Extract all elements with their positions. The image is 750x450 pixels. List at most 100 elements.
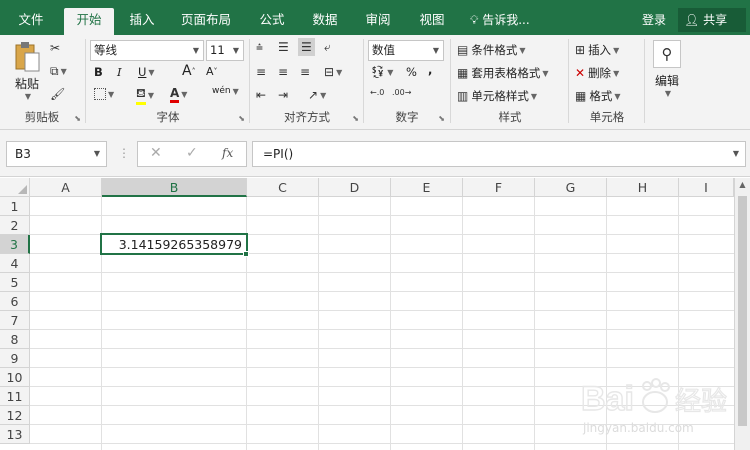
- row-header-11[interactable]: 11: [0, 387, 30, 406]
- chevron-down-icon: ▼: [613, 45, 620, 55]
- group-label-font: 字体: [156, 110, 180, 124]
- dialog-launcher-icon[interactable]: ⬊: [352, 114, 359, 123]
- tab-view[interactable]: 视图: [410, 8, 454, 35]
- increase-decimal-button[interactable]: ←.0: [370, 88, 384, 97]
- row-header-8[interactable]: 8: [0, 330, 30, 349]
- row-header-6[interactable]: 6: [0, 292, 30, 311]
- row-header-7[interactable]: 7: [0, 311, 30, 330]
- dialog-launcher-icon[interactable]: ⬊: [74, 114, 81, 123]
- row-header-4[interactable]: 4: [0, 254, 30, 273]
- column-header-a[interactable]: A: [30, 178, 102, 197]
- column-header-e[interactable]: E: [391, 178, 463, 197]
- align-left-button[interactable]: ≡: [256, 65, 266, 79]
- fill-handle[interactable]: [243, 251, 249, 257]
- tab-home[interactable]: 开始: [64, 8, 114, 36]
- column-header-b[interactable]: B: [102, 178, 247, 197]
- editing-button[interactable]: ⚲ 编辑 ▼: [649, 40, 685, 98]
- format-painter-button[interactable]: 🖌︎: [50, 87, 65, 101]
- row-header-5[interactable]: 5: [0, 273, 30, 292]
- tab-insert[interactable]: 插入: [120, 8, 164, 35]
- column-header-i[interactable]: I: [679, 178, 734, 197]
- chevron-down-icon: ▼: [192, 46, 199, 55]
- shrink-font-button[interactable]: A ˅: [206, 65, 218, 78]
- grow-font-button[interactable]: A ˄: [182, 63, 196, 79]
- comma-button[interactable]: ,: [428, 63, 432, 77]
- percent-button[interactable]: %: [406, 65, 417, 79]
- tab-page-layout[interactable]: 页面布局: [172, 8, 240, 35]
- font-size-select[interactable]: 11 ▼: [206, 40, 244, 61]
- group-alignment: ⩮ ☰ ☰ ⤶ ≡ ≡ ≡ ⊟ ▼ ⇤ ⇥ ↗ ▼ 对齐方式 ⬊: [252, 37, 362, 127]
- row-header-3[interactable]: 3: [0, 235, 30, 254]
- align-right-button[interactable]: ≡: [300, 65, 310, 79]
- check-icon[interactable]: ✓: [186, 145, 198, 161]
- row-header-9[interactable]: 9: [0, 349, 30, 368]
- row-header-10[interactable]: 10: [0, 368, 30, 387]
- column-header-g[interactable]: G: [535, 178, 607, 197]
- share-button[interactable]: 👤︎ 共享: [678, 8, 746, 32]
- align-center-button[interactable]: ≡: [278, 65, 288, 79]
- number-format-select[interactable]: 数值 ▼: [368, 40, 444, 61]
- dialog-launcher-icon[interactable]: ⬊: [238, 114, 245, 123]
- column-header-h[interactable]: H: [607, 178, 679, 197]
- align-right-icon: ≡: [300, 65, 311, 79]
- cell-styles-button[interactable]: ▥ 单元格样式 ▼: [457, 88, 537, 104]
- decrease-indent-button[interactable]: ⇤: [256, 88, 266, 102]
- copy-icon: ⧉: [50, 64, 59, 78]
- underline-button[interactable]: U ▼: [138, 65, 155, 79]
- column-header-d[interactable]: D: [319, 178, 391, 197]
- bold-button[interactable]: B: [94, 65, 103, 79]
- fill-color-button[interactable]: ⛾ ▼: [136, 86, 154, 105]
- orientation-button[interactable]: ↗ ▼: [308, 88, 326, 102]
- borders-button[interactable]: ▼: [94, 88, 114, 100]
- cancel-icon[interactable]: ✕: [150, 145, 162, 161]
- login-button[interactable]: 登录: [642, 8, 666, 32]
- drag-handle-icon[interactable]: ⋮: [118, 146, 130, 160]
- font-color-button[interactable]: A ▼: [170, 86, 187, 103]
- insert-function-button[interactable]: fx: [222, 146, 233, 160]
- copy-button[interactable]: ⧉ ▼: [50, 64, 67, 79]
- chevron-down-icon: ▼: [519, 45, 526, 55]
- group-styles: ▤ 条件格式 ▼ ▦ 套用表格格式 ▼ ▥ 单元格样式 ▼ 样式: [453, 37, 567, 127]
- increase-indent-button[interactable]: ⇥: [278, 88, 288, 102]
- align-middle-button[interactable]: ☰: [278, 40, 289, 54]
- format-cells-button[interactable]: ▦ 格式 ▼: [575, 88, 621, 104]
- formula-input[interactable]: =PI() ▼: [252, 141, 746, 167]
- formula-controls: ✕ ✓ fx: [137, 141, 247, 167]
- formula-text: =PI(): [263, 147, 294, 161]
- align-top-button[interactable]: ⩮: [256, 40, 263, 55]
- chevron-down-icon: ▼: [60, 67, 67, 76]
- select-all-button[interactable]: [0, 178, 30, 197]
- insert-cells-button[interactable]: ⊞ 插入 ▼: [575, 42, 619, 58]
- currency-button[interactable]: 💱︎ ▼: [370, 65, 393, 79]
- name-box[interactable]: B3 ▼: [6, 141, 107, 167]
- italic-button[interactable]: I: [117, 65, 122, 79]
- tell-me-text: 告诉我...: [482, 13, 530, 27]
- decrease-decimal-button[interactable]: .00→: [392, 88, 411, 97]
- paste-button[interactable]: 粘贴 ▼: [10, 41, 44, 101]
- column-header-c[interactable]: C: [247, 178, 319, 197]
- delete-cells-button[interactable]: ✕ 删除 ▼: [575, 65, 619, 81]
- scroll-up-icon[interactable]: ▲: [737, 180, 748, 192]
- tab-data[interactable]: 数据: [302, 8, 348, 35]
- tab-formulas[interactable]: 公式: [250, 8, 294, 35]
- dialog-launcher-icon[interactable]: ⬊: [438, 114, 445, 123]
- row-header-1[interactable]: 1: [0, 197, 30, 216]
- tell-me-box[interactable]: 💡︎ 告诉我...: [470, 8, 530, 32]
- table-icon: ▦: [457, 66, 469, 80]
- tab-file[interactable]: 文件: [6, 8, 56, 35]
- row-header-13[interactable]: 13: [0, 425, 30, 444]
- conditional-format-button[interactable]: ▤ 条件格式 ▼: [457, 42, 526, 58]
- font-name-select[interactable]: 等线 ▼: [90, 40, 204, 61]
- row-header-12[interactable]: 12: [0, 406, 30, 425]
- wrap-text-button[interactable]: ⤶: [324, 40, 331, 55]
- merge-center-button[interactable]: ⊟ ▼: [324, 65, 342, 79]
- row-header-2[interactable]: 2: [0, 216, 30, 235]
- phonetic-button[interactable]: wén ▼: [212, 86, 239, 96]
- column-header-f[interactable]: F: [463, 178, 535, 197]
- format-as-table-button[interactable]: ▦ 套用表格格式 ▼: [457, 65, 549, 81]
- tab-review[interactable]: 审阅: [356, 8, 400, 35]
- group-cells: ⊞ 插入 ▼ ✕ 删除 ▼ ▦ 格式 ▼ 单元格: [571, 37, 643, 127]
- align-bottom-button[interactable]: ☰: [298, 38, 315, 56]
- cut-button[interactable]: ✂: [50, 41, 60, 55]
- group-number: 数值 ▼ 💱︎ ▼ % , ←.0 .00→ 数字 ⬊: [366, 37, 448, 127]
